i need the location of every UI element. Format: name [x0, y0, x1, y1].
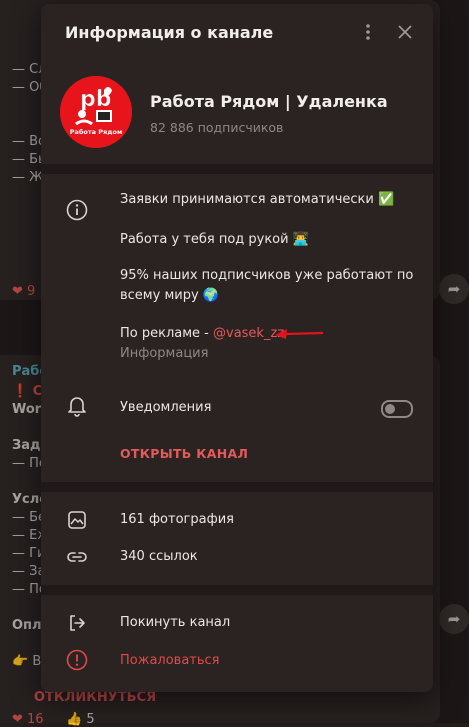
toggle-knob	[385, 404, 395, 414]
section-divider	[41, 585, 433, 595]
links-count[interactable]: 340 ссылок	[120, 549, 198, 564]
photos-count[interactable]: 161 фотография	[120, 512, 234, 527]
avatar-caption: Работа Рядом	[69, 128, 123, 136]
more-options-icon[interactable]	[357, 21, 379, 43]
section-divider	[41, 164, 433, 174]
close-icon[interactable]	[394, 21, 416, 43]
channel-info-modal: Информация о канале pb Работа Рядом Рабо…	[41, 4, 433, 692]
info-icon	[65, 198, 89, 222]
channel-name: Работа Рядом | Удаленка	[150, 92, 388, 111]
notifications-toggle[interactable]	[381, 400, 413, 418]
channel-avatar: pb Работа Рядом	[60, 76, 132, 148]
notifications-label: Уведомления	[120, 400, 212, 415]
photo-icon	[65, 508, 89, 532]
description-caption: Информация	[120, 346, 209, 361]
leave-channel-button[interactable]: Покинуть канал	[120, 615, 230, 630]
description-line: Заявки принимаются автоматически ✅	[120, 192, 395, 207]
section-divider	[41, 482, 433, 492]
bell-icon	[65, 394, 89, 418]
report-button[interactable]: Пожаловаться	[120, 653, 220, 668]
ads-line: По рекламе - @vasek_zz	[120, 326, 284, 341]
link-icon	[65, 545, 89, 569]
annotation-arrow	[275, 329, 324, 339]
leave-icon	[65, 611, 89, 635]
modal-title: Информация о канале	[65, 23, 274, 42]
ads-prefix: По рекламе -	[120, 326, 213, 341]
report-icon	[65, 648, 89, 672]
subscriber-count: 82 886 подписчиков	[150, 120, 284, 135]
description-line: всему миру 🌍	[120, 288, 219, 303]
description-line: 95% наших подписчиков уже работают по	[120, 268, 414, 283]
open-channel-button[interactable]: ОТКРЫТЬ КАНАЛ	[120, 446, 248, 461]
description-line: Работа у тебя под рукой 👨‍💻	[120, 232, 309, 247]
